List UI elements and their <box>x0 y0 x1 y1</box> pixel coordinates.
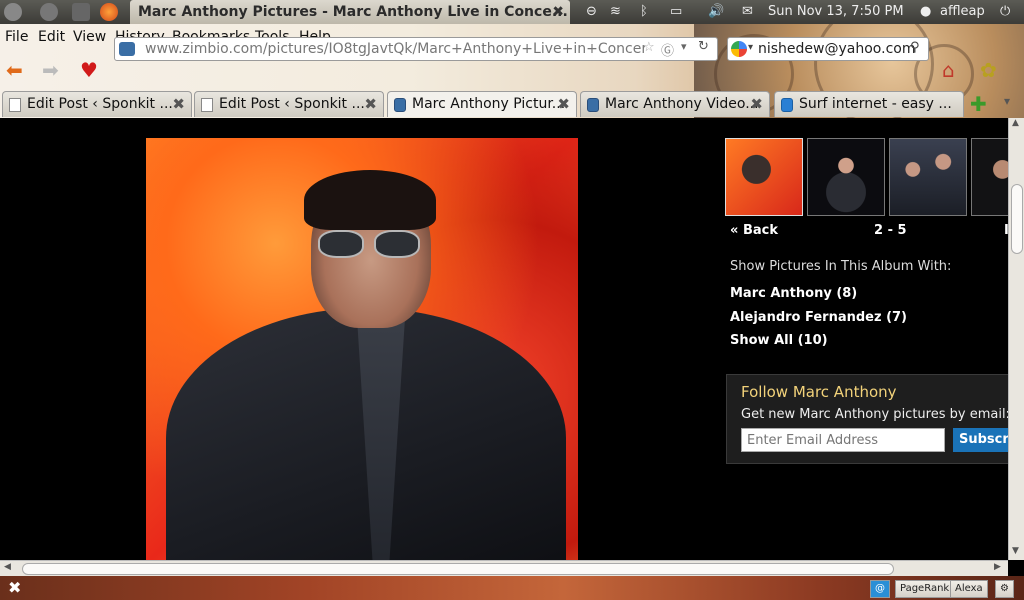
back-label: Back <box>742 223 778 238</box>
menu-file[interactable]: File <box>5 29 28 45</box>
site-favicon-icon <box>119 42 135 56</box>
thumbnail[interactable] <box>807 138 885 216</box>
alexa-widget[interactable]: Alexa <box>950 580 988 598</box>
tab-close-icon[interactable]: ✖ <box>750 92 763 117</box>
ubuntu-logo-icon[interactable] <box>4 3 22 21</box>
window-title-text: Marc Anthony Pictures - Marc Anthony Liv… <box>138 4 568 20</box>
filter-show-all[interactable]: Show All (10) <box>730 333 828 348</box>
menu-view[interactable]: View <box>73 29 106 45</box>
follow-subtitle: Get new Marc Anthony pictures by email: <box>741 407 1008 422</box>
pagerank-widget[interactable]: PageRank <box>895 580 955 598</box>
forward-arrow-icon[interactable]: ➡ <box>42 58 59 82</box>
vertical-scroll-thumb[interactable] <box>1011 184 1023 254</box>
new-tab-icon[interactable]: ✚ <box>970 92 987 116</box>
page-icon <box>201 98 213 112</box>
window-title: Marc Anthony Pictures - Marc Anthony Liv… <box>130 0 570 24</box>
home-icon[interactable]: ⌂ <box>942 58 955 82</box>
thumbnail[interactable] <box>971 138 1008 216</box>
email-field[interactable] <box>741 428 945 452</box>
scroll-right-icon[interactable]: ▶ <box>994 562 1001 572</box>
window-close-icon[interactable]: ✖ <box>552 0 564 24</box>
dropdown-icon[interactable]: ▾ <box>681 40 687 53</box>
tab-label: Marc Anthony Video... <box>605 96 759 112</box>
addon-icon[interactable]: ✿ <box>980 58 997 82</box>
wifi-icon[interactable]: ≋ <box>610 0 621 24</box>
tab-label: Surf internet - easy ... <box>799 96 952 112</box>
tab-label: Edit Post ‹ Sponkit ... <box>219 96 365 112</box>
battery-icon[interactable]: ▭ <box>670 0 682 24</box>
photo-hair <box>304 170 436 230</box>
thumbnail[interactable] <box>725 138 803 216</box>
heart-icon[interactable]: ♥ <box>80 58 98 82</box>
tab-label: Edit Post ‹ Sponkit ... <box>27 96 173 112</box>
double-chevron-left-icon: « <box>730 223 739 238</box>
tab-marc-anthony-videos[interactable]: Marc Anthony Video... ✖ <box>580 91 770 117</box>
search-icon[interactable]: ⚲ <box>910 40 920 55</box>
filter-alejandro-fernandez[interactable]: Alejandro Fernandez (7) <box>730 310 907 325</box>
close-addon-bar-icon[interactable]: ✖ <box>8 578 21 597</box>
vertical-scrollbar[interactable]: ▲ ▼ <box>1008 118 1024 560</box>
page-content: « Back 2 - 5 I Show Pictures In This Alb… <box>0 118 1008 560</box>
user-icon[interactable]: ● <box>920 0 931 24</box>
scroll-down-icon[interactable]: ▼ <box>1012 546 1019 556</box>
menu-edit[interactable]: Edit <box>38 29 65 45</box>
page-icon <box>9 98 21 112</box>
minus-icon[interactable]: ⊖ <box>586 0 597 24</box>
mail-icon[interactable]: ✉ <box>742 0 753 24</box>
tab-close-icon[interactable]: ✖ <box>172 92 185 117</box>
photo-glasses <box>318 230 428 258</box>
tab-list-icon[interactable]: ▾ <box>1004 94 1010 108</box>
addon-bar: ✖ @ PageRank Alexa ⚙ <box>0 576 1024 600</box>
url-bar[interactable]: www.zimbio.com/pictures/IO8tgJavtQk/Marc… <box>114 37 718 61</box>
power-icon[interactable]: ⏻ <box>1000 0 1010 24</box>
google-icon[interactable] <box>731 41 747 57</box>
tab-edit-post-1[interactable]: Edit Post ‹ Sponkit ... ✖ <box>2 91 192 117</box>
bluetooth-icon[interactable]: ᛒ <box>640 0 648 24</box>
zimbio-icon <box>394 98 406 112</box>
firefox-icon[interactable] <box>100 3 118 21</box>
tab-close-icon[interactable]: ✖ <box>364 92 377 117</box>
clock[interactable]: Sun Nov 13, 7:50 PM <box>768 0 904 24</box>
text-editor-icon[interactable] <box>72 3 90 21</box>
user-name[interactable]: affleap <box>940 0 985 24</box>
zimbio-icon <box>587 98 599 112</box>
horizontal-scrollbar[interactable]: ◀ ▶ <box>0 560 1008 576</box>
tab-bar: Edit Post ‹ Sponkit ... ✖ Edit Post ‹ Sp… <box>0 91 1024 117</box>
tab-marc-anthony-pictures[interactable]: Marc Anthony Pictur... ✖ <box>387 91 577 117</box>
scroll-left-icon[interactable]: ◀ <box>4 562 11 572</box>
site-icon <box>781 98 793 112</box>
search-engine-dropdown-icon[interactable]: ▾ <box>748 42 753 53</box>
filter-heading: Show Pictures In This Album With: <box>730 259 952 274</box>
at-icon[interactable]: @ <box>870 580 890 598</box>
chromium-icon[interactable] <box>40 3 58 21</box>
grease-icon[interactable]: Ⓖ <box>661 40 674 59</box>
system-panel: Marc Anthony Pictures - Marc Anthony Liv… <box>0 0 1024 24</box>
url-text[interactable]: www.zimbio.com/pictures/IO8tgJavtQk/Marc… <box>145 41 645 57</box>
subscribe-button[interactable]: Subscribe <box>953 428 1008 452</box>
main-photo[interactable] <box>146 138 578 560</box>
follow-heading: Follow Marc Anthony <box>741 383 897 401</box>
scroll-up-icon[interactable]: ▲ <box>1012 118 1019 128</box>
follow-box: Follow Marc Anthony Get new Marc Anthony… <box>726 374 1008 464</box>
picture-range: 2 - 5 <box>874 223 907 238</box>
tab-close-icon[interactable]: ✖ <box>557 92 570 117</box>
addon-gear-icon[interactable]: ⚙ <box>995 580 1014 598</box>
search-input[interactable]: nishedew@yahoo.com <box>758 41 915 57</box>
filter-marc-anthony[interactable]: Marc Anthony (8) <box>730 286 857 301</box>
thumbnail[interactable] <box>889 138 967 216</box>
thumbnail-strip <box>725 138 1008 216</box>
tab-edit-post-2[interactable]: Edit Post ‹ Sponkit ... ✖ <box>194 91 384 117</box>
star-icon[interactable]: ☆ <box>643 40 655 55</box>
back-link[interactable]: « Back <box>730 223 778 238</box>
tab-label: Marc Anthony Pictur... <box>412 96 566 112</box>
volume-icon[interactable]: 🔊 <box>708 0 724 24</box>
back-arrow-icon[interactable]: ⬅ <box>6 58 23 82</box>
search-bar[interactable]: ▾ nishedew@yahoo.com ⚲ <box>727 37 929 61</box>
reload-icon[interactable]: ↻ <box>698 39 709 54</box>
tab-surf-internet[interactable]: Surf internet - easy ... <box>774 91 964 117</box>
horizontal-scroll-thumb[interactable] <box>22 563 894 575</box>
